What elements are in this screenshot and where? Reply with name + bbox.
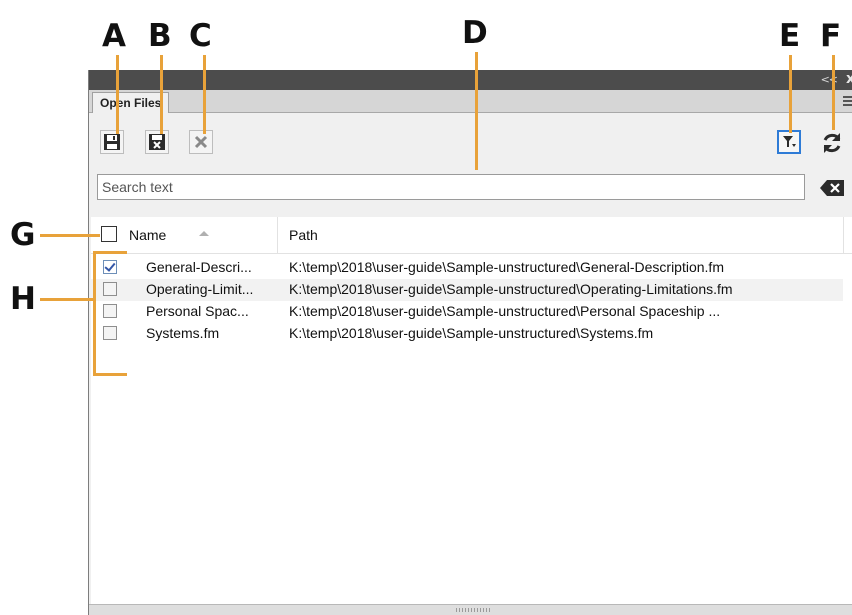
- callout-e: E: [779, 18, 801, 54]
- panel-menu-icon[interactable]: [843, 96, 852, 106]
- filter-button[interactable]: [777, 130, 801, 154]
- save-icon: [104, 134, 120, 150]
- resize-grip[interactable]: [456, 608, 490, 612]
- table-row[interactable]: General-Descri... K:\temp\2018\user-guid…: [91, 257, 843, 279]
- callout-line-c: [203, 55, 206, 134]
- search-input[interactable]: Search text: [97, 174, 805, 200]
- callout-line-b: [160, 55, 163, 134]
- callout-line-d: [475, 52, 478, 170]
- save-close-icon: [149, 134, 165, 150]
- save-button[interactable]: [100, 130, 124, 154]
- refresh-icon: [823, 133, 841, 153]
- callout-f: F: [820, 18, 842, 54]
- callout-b: B: [148, 18, 172, 54]
- panel-bottom-bar: [89, 604, 852, 615]
- backspace-icon: [820, 180, 844, 196]
- row-checkbox[interactable]: [103, 260, 117, 274]
- file-name: Personal Spac...: [146, 303, 249, 319]
- file-path: K:\temp\2018\user-guide\Sample-unstructu…: [289, 281, 733, 297]
- callout-bracket-h-top: [93, 251, 127, 254]
- file-list: Name Path General-Descri... K:\temp\2018…: [91, 217, 852, 615]
- callout-line-a: [116, 55, 119, 134]
- callout-c: C: [189, 18, 212, 54]
- sort-ascending-icon: [199, 231, 209, 236]
- callout-a: A: [102, 18, 126, 54]
- open-files-panel: << x Open Files: [88, 70, 852, 615]
- refresh-button[interactable]: [819, 130, 845, 156]
- tab-open-files[interactable]: Open Files: [92, 92, 170, 113]
- save-and-close-button[interactable]: [145, 130, 169, 154]
- table-row[interactable]: Operating-Limit... K:\temp\2018\user-gui…: [91, 279, 843, 301]
- select-all-checkbox[interactable]: [101, 226, 117, 242]
- row-checkbox[interactable]: [103, 326, 117, 340]
- column-divider[interactable]: [277, 217, 278, 253]
- file-path: K:\temp\2018\user-guide\Sample-unstructu…: [289, 259, 724, 275]
- file-name: Operating-Limit...: [146, 281, 254, 297]
- table-row[interactable]: Systems.fm K:\temp\2018\user-guide\Sampl…: [91, 323, 843, 345]
- column-header-name[interactable]: Name: [129, 227, 166, 243]
- callout-line-g: [40, 234, 100, 237]
- list-header: Name Path: [91, 217, 852, 254]
- file-name: General-Descri...: [146, 259, 252, 275]
- callout-line-f: [832, 55, 835, 130]
- filter-icon: [783, 136, 796, 147]
- file-name: Systems.fm: [146, 325, 220, 341]
- column-divider[interactable]: [843, 217, 844, 253]
- row-checkbox[interactable]: [103, 282, 117, 296]
- close-panel-icon[interactable]: x: [846, 71, 852, 87]
- file-path: K:\temp\2018\user-guide\Sample-unstructu…: [289, 303, 721, 319]
- close-file-button[interactable]: [189, 130, 213, 154]
- column-header-path[interactable]: Path: [289, 227, 318, 243]
- row-checkbox[interactable]: [103, 304, 117, 318]
- close-icon: [194, 135, 208, 149]
- callout-h: H: [10, 281, 36, 317]
- clear-search-button[interactable]: [818, 178, 846, 198]
- callout-bracket-h-bottom: [93, 373, 127, 376]
- callout-g: G: [10, 217, 36, 253]
- callout-d: D: [462, 15, 488, 51]
- callout-line-e: [789, 55, 792, 133]
- table-row[interactable]: Personal Spac... K:\temp\2018\user-guide…: [91, 301, 843, 323]
- file-path: K:\temp\2018\user-guide\Sample-unstructu…: [289, 325, 654, 341]
- callout-line-h: [40, 298, 94, 301]
- callout-bracket-h: [93, 251, 96, 376]
